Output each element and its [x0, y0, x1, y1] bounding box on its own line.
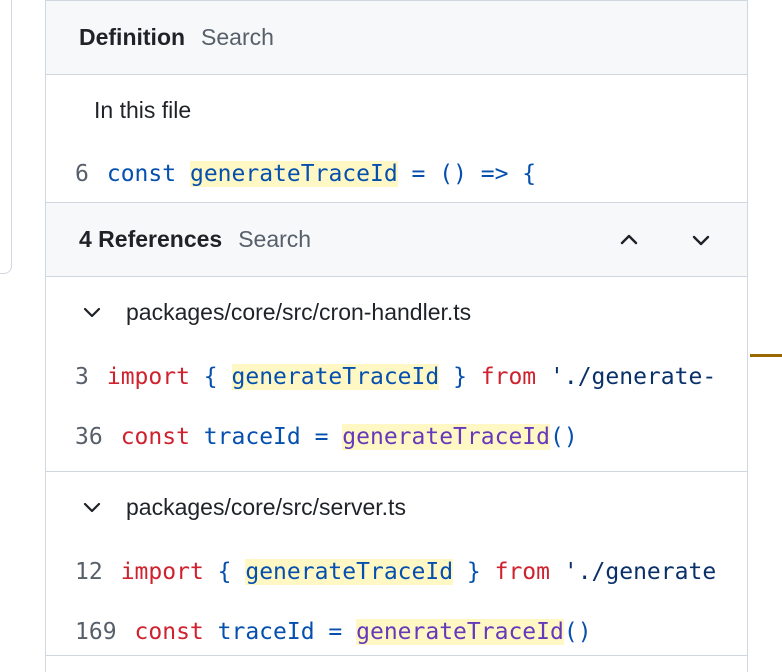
- code-keyword: const: [106, 160, 177, 187]
- code-symbol-highlight: generateTraceId: [231, 364, 440, 390]
- code-keyword: import: [106, 364, 190, 390]
- code-keyword: from: [494, 559, 550, 585]
- code-rest: = () => {: [397, 160, 537, 187]
- chevron-up-icon: [620, 234, 638, 245]
- next-reference-button[interactable]: [688, 227, 714, 253]
- code-symbol-highlight: generateTraceId: [342, 424, 550, 450]
- chevron-down-icon: [83, 307, 101, 318]
- file-path: packages/core/src/cron-handler.ts: [126, 298, 472, 325]
- reference-line[interactable]: 36 const traceId = generateTraceId(): [46, 407, 747, 467]
- reference-line[interactable]: 3 import { generateTraceId } from './gene…: [46, 347, 747, 407]
- code-keyword: const: [120, 424, 190, 450]
- code-keyword: import: [120, 559, 204, 585]
- definition-tab[interactable]: Definition: [79, 24, 185, 51]
- code-symbol-highlight: generateTraceId: [356, 619, 564, 645]
- code-keyword: const: [134, 619, 204, 645]
- code-symbol-highlight: generateTraceId: [245, 559, 454, 585]
- in-this-file-label: In this file: [94, 96, 192, 123]
- file-group-toggle[interactable]: packages/core/src/cron-handler.ts: [46, 277, 747, 347]
- line-number: 6: [75, 160, 89, 187]
- references-header: 4 References Search: [46, 203, 747, 277]
- references-count: 4 References: [79, 226, 223, 252]
- line-number: 36: [75, 424, 103, 450]
- previous-reference-button[interactable]: [616, 227, 642, 253]
- code-string: './generate-: [536, 364, 717, 390]
- file-group-toggle[interactable]: packages/core/src/server.ts: [46, 472, 747, 542]
- line-number: 169: [75, 619, 117, 645]
- file-path: packages/core/src/server.ts: [126, 493, 406, 520]
- reference-line[interactable]: 169 const traceId = generateTraceId(): [46, 602, 747, 662]
- panel-bottom-divider: [45, 655, 748, 656]
- references-search-link[interactable]: Search: [238, 226, 311, 253]
- line-number: 12: [75, 559, 103, 585]
- code-string: './generate: [550, 559, 717, 585]
- scroll-marker: [750, 354, 782, 357]
- definition-search-link[interactable]: Search: [201, 24, 274, 51]
- code-variable: traceId =: [189, 424, 343, 450]
- code-variable: traceId =: [203, 619, 357, 645]
- code-symbol-highlight: generateTraceId: [189, 160, 398, 187]
- definition-header: Definition Search: [46, 1, 747, 75]
- chevron-down-icon: [692, 235, 710, 246]
- reference-line[interactable]: 12 import { generateTraceId } from './gen…: [46, 542, 747, 602]
- chevron-down-icon: [83, 502, 101, 513]
- symbols-panel: Definition Search In this file 6 const ge…: [45, 0, 748, 672]
- line-number: 3: [75, 364, 89, 390]
- code-keyword: from: [480, 364, 537, 390]
- left-panel-fragment: [0, 0, 12, 274]
- definition-code-line[interactable]: 6 const generateTraceId = () => {: [46, 145, 747, 203]
